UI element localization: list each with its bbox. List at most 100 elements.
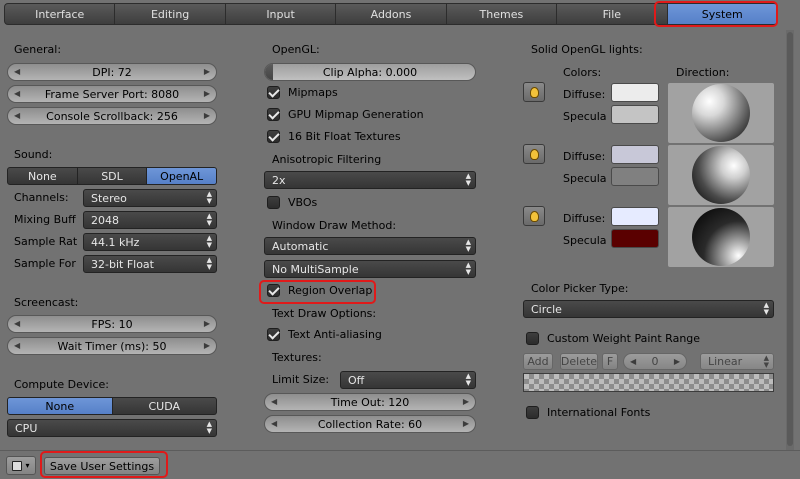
console-scrollback-field[interactable]: ◀ Console Scrollback: 256 ▶	[7, 107, 217, 125]
light-3-diffuse-swatch[interactable]	[611, 207, 659, 226]
light-2-specular-swatch[interactable]	[611, 167, 659, 186]
increment-arrow-icon[interactable]: ▶	[463, 397, 469, 406]
wait-timer-field[interactable]: ◀ Wait Timer (ms): 50 ▶	[7, 337, 217, 355]
ramp-interpolation-dropdown[interactable]: Linear ▲ ▼	[700, 353, 774, 370]
color-ramp-preview[interactable]	[523, 373, 774, 392]
updown-arrow-icon: ▲ ▼	[465, 261, 471, 276]
custom-weight-paint-label: Custom Weight Paint Range	[547, 332, 701, 345]
scrollbar-thumb[interactable]	[787, 32, 793, 446]
light-3-specular-swatch[interactable]	[611, 229, 659, 248]
gpu-mipmap-checkbox[interactable]: GPU Mipmap Generation	[267, 108, 424, 121]
collection-rate-field[interactable]: ◀ Collection Rate: 60 ▶	[264, 415, 476, 433]
checkbox-checked-icon[interactable]	[267, 108, 280, 121]
float-textures-checkbox[interactable]: 16 Bit Float Textures	[267, 130, 401, 143]
vbos-checkbox[interactable]: VBOs	[267, 196, 317, 209]
increment-arrow-icon[interactable]: ▶	[204, 111, 210, 120]
collection-rate-value: Collection Rate: 60	[317, 417, 423, 431]
window-draw-dropdown[interactable]: Automatic ▲ ▼	[264, 237, 476, 255]
decrement-arrow-icon[interactable]: ◀	[630, 357, 636, 366]
dpi-field[interactable]: ◀ DPI: 72 ▶	[7, 63, 217, 81]
decrement-arrow-icon[interactable]: ◀	[271, 419, 277, 428]
custom-weight-paint-checkbox[interactable]: Custom Weight Paint Range	[526, 332, 700, 345]
decrement-arrow-icon[interactable]: ◀	[14, 341, 20, 350]
frame-server-port-field[interactable]: ◀ Frame Server Port: 8080 ▶	[7, 85, 217, 103]
checkbox-checked-icon[interactable]	[267, 284, 280, 297]
scrollbar[interactable]	[786, 30, 794, 450]
light-2-sphere[interactable]	[692, 146, 750, 204]
light-1-specular-swatch[interactable]	[611, 105, 659, 124]
light-2-direction[interactable]	[668, 145, 774, 205]
light-2-diffuse-swatch[interactable]	[611, 145, 659, 164]
light-3-sphere[interactable]	[692, 208, 750, 266]
international-fonts-checkbox[interactable]: International Fonts	[526, 406, 650, 419]
increment-arrow-icon[interactable]: ▶	[463, 419, 469, 428]
tab-themes[interactable]: Themes	[446, 3, 558, 25]
increment-arrow-icon[interactable]: ▶	[674, 357, 680, 366]
increment-arrow-icon[interactable]: ▶	[204, 341, 210, 350]
region-overlap-checkbox[interactable]: Region Overlap	[267, 284, 372, 297]
limit-size-dropdown[interactable]: Off ▲ ▼	[340, 371, 476, 389]
frame-server-port-value: Frame Server Port: 8080	[44, 87, 180, 101]
opengl-heading: OpenGL:	[272, 43, 320, 56]
light-2-toggle[interactable]	[523, 144, 545, 164]
ramp-index-field[interactable]: ◀ 0 ▶	[623, 353, 687, 370]
checkbox-unchecked-icon[interactable]	[526, 332, 539, 345]
color-picker-dropdown[interactable]: Circle ▲ ▼	[523, 300, 774, 318]
checkbox-checked-icon[interactable]	[267, 86, 280, 99]
checkbox-unchecked-icon[interactable]	[526, 406, 539, 419]
editor-type-button[interactable]: ▾	[6, 456, 36, 475]
updown-arrow-icon: ▲ ▼	[206, 420, 212, 435]
channels-dropdown[interactable]: Stereo ▲ ▼	[83, 189, 217, 207]
screencast-heading: Screencast:	[14, 296, 79, 309]
text-anti-aliasing-label: Text Anti-aliasing	[288, 328, 382, 341]
text-anti-aliasing-checkbox[interactable]: Text Anti-aliasing	[267, 328, 382, 341]
compute-device-dropdown[interactable]: CPU ▲ ▼	[7, 419, 217, 437]
multisample-value: No MultiSample	[272, 262, 359, 276]
compute-option-none[interactable]: None	[7, 397, 113, 415]
fps-field[interactable]: ◀ FPS: 10 ▶	[7, 315, 217, 333]
mixing-buffer-dropdown[interactable]: 2048 ▲ ▼	[83, 211, 217, 229]
anisotropic-dropdown[interactable]: 2x ▲ ▼	[264, 171, 476, 189]
sample-format-dropdown[interactable]: 32-bit Float ▲ ▼	[83, 255, 217, 273]
ramp-flip-button[interactable]: F	[602, 353, 618, 370]
light-3-direction[interactable]	[668, 207, 774, 267]
compute-option-cuda[interactable]: CUDA	[112, 397, 217, 415]
tab-interface[interactable]: Interface	[4, 3, 116, 25]
tab-addons[interactable]: Addons	[336, 3, 447, 25]
tab-file[interactable]: File	[557, 3, 668, 25]
increment-arrow-icon[interactable]: ▶	[204, 89, 210, 98]
tab-editing[interactable]: Editing	[115, 3, 226, 25]
decrement-arrow-icon[interactable]: ◀	[14, 111, 20, 120]
checkbox-checked-icon[interactable]	[267, 328, 280, 341]
clip-alpha-slider[interactable]: Clip Alpha: 0.000	[264, 63, 476, 81]
checkbox-unchecked-icon[interactable]	[267, 196, 280, 209]
ramp-add-button[interactable]: Add	[523, 353, 553, 370]
sound-option-none[interactable]: None	[7, 167, 78, 185]
tab-system[interactable]: System	[667, 3, 778, 25]
multisample-dropdown[interactable]: No MultiSample ▲ ▼	[264, 260, 476, 278]
light-1-diffuse-swatch[interactable]	[611, 83, 659, 102]
gpu-mipmap-label: GPU Mipmap Generation	[288, 108, 424, 121]
decrement-arrow-icon[interactable]: ◀	[271, 397, 277, 406]
light-1-toggle[interactable]	[523, 82, 545, 102]
increment-arrow-icon[interactable]: ▶	[204, 67, 210, 76]
decrement-arrow-icon[interactable]: ◀	[14, 319, 20, 328]
sample-rate-dropdown[interactable]: 44.1 kHz ▲ ▼	[83, 233, 217, 251]
sound-option-openal[interactable]: OpenAL	[147, 167, 218, 185]
updown-arrow-icon: ▲ ▼	[465, 238, 471, 253]
save-user-settings-button[interactable]: Save User Settings	[44, 457, 160, 475]
sample-format-value: 32-bit Float	[91, 257, 154, 271]
timeout-field[interactable]: ◀ Time Out: 120 ▶	[264, 393, 476, 411]
light-1-direction[interactable]	[668, 83, 774, 143]
increment-arrow-icon[interactable]: ▶	[204, 319, 210, 328]
checkbox-checked-icon[interactable]	[267, 130, 280, 143]
ramp-delete-button[interactable]: Delete	[560, 353, 598, 370]
light-3-toggle[interactable]	[523, 206, 545, 226]
decrement-arrow-icon[interactable]: ◀	[14, 89, 20, 98]
tab-input[interactable]: Input	[225, 3, 337, 25]
editor-type-icon	[12, 460, 23, 471]
light-1-sphere[interactable]	[692, 84, 750, 142]
decrement-arrow-icon[interactable]: ◀	[14, 67, 20, 76]
mipmaps-checkbox[interactable]: Mipmaps	[267, 86, 338, 99]
sound-option-sdl[interactable]: SDL	[77, 167, 148, 185]
